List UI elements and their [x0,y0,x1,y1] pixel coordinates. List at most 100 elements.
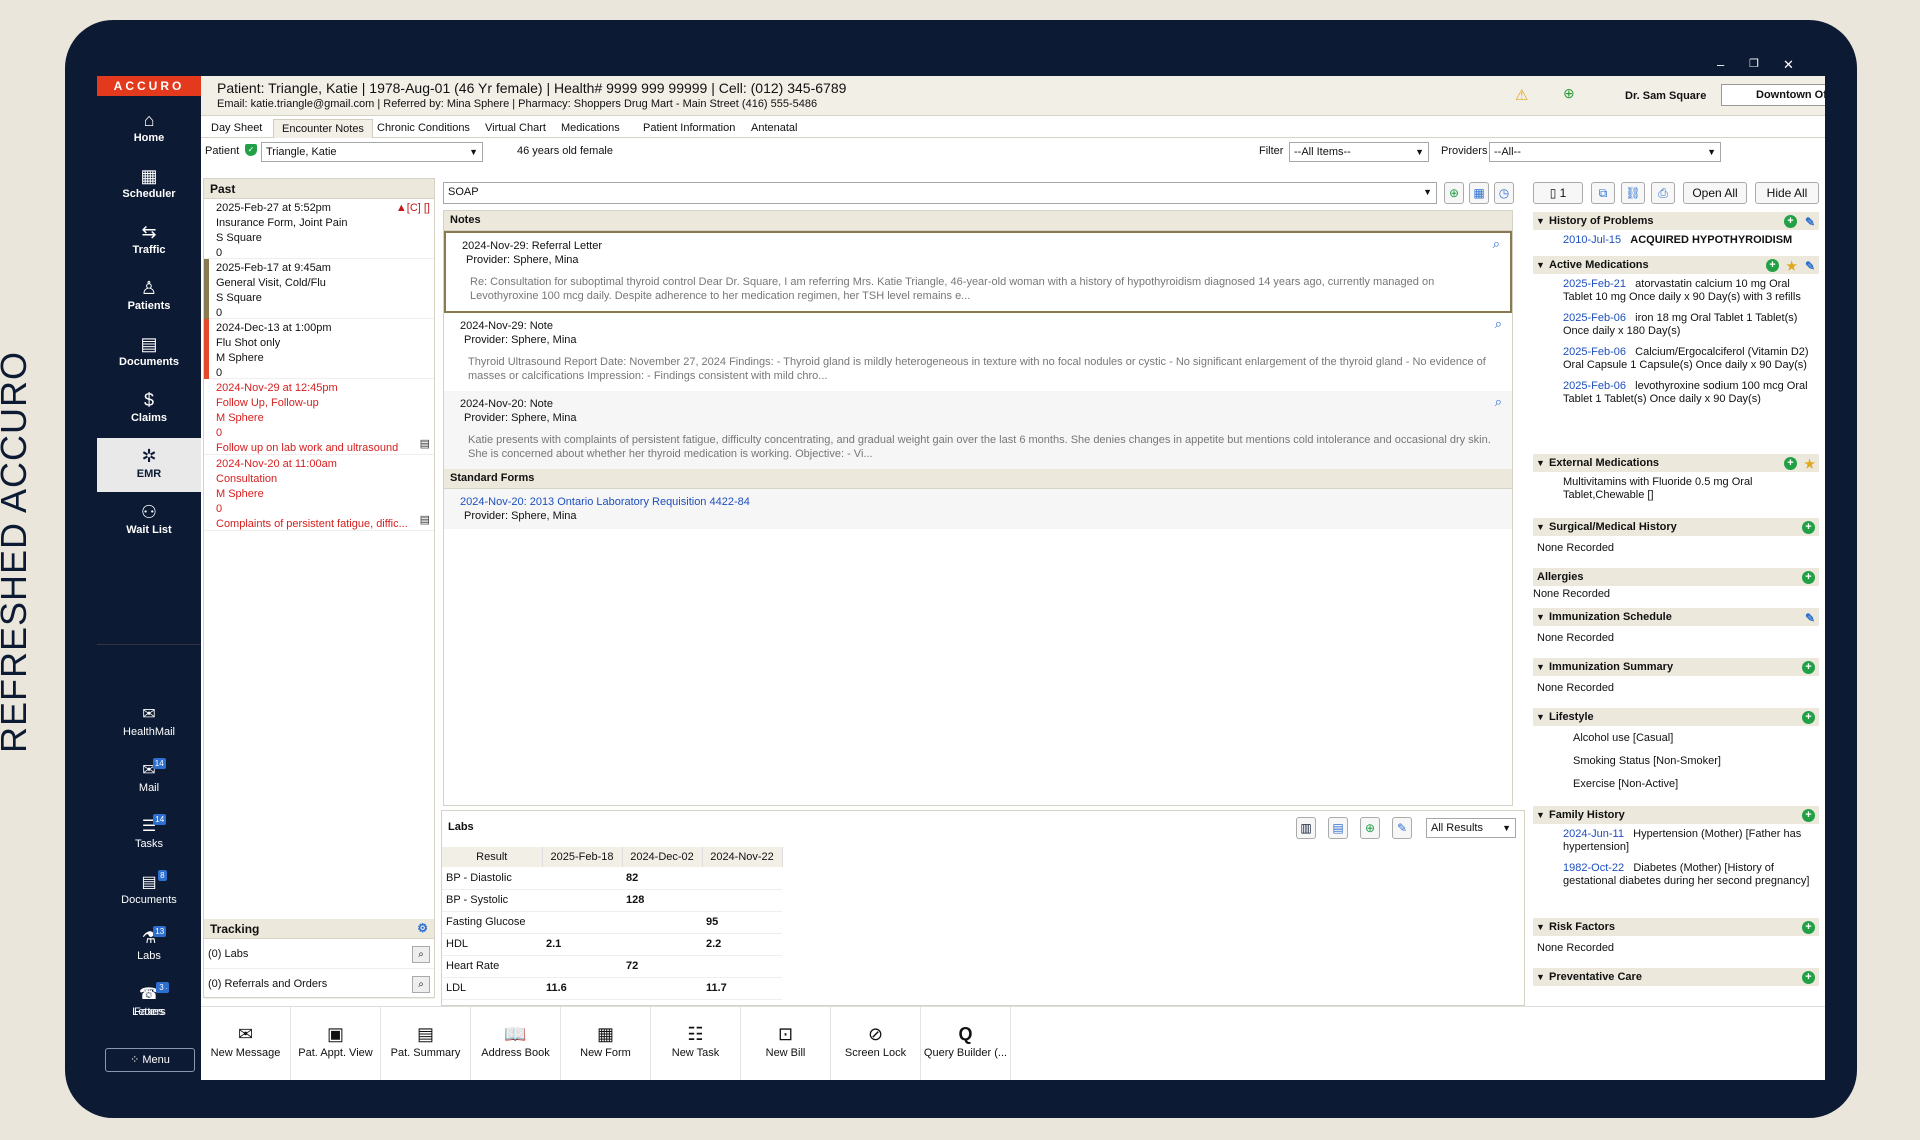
column-header[interactable]: 2024-Dec-02 [622,847,703,867]
new-task-button[interactable]: ☷ New Task [651,1007,741,1080]
star-icon[interactable]: ★ [1786,257,1797,275]
encounter-item[interactable]: 2024-Nov-20 at 11:00am Consultation M Sp… [204,455,434,531]
section-header[interactable]: ▼ Active Medications + ★ ✎ [1533,256,1819,274]
section-header[interactable]: ▼ Lifestyle + [1533,708,1819,726]
nav-wait-list[interactable]: ⚇ Wait List [97,494,201,548]
grid-view-button[interactable]: ▦ [1469,182,1489,204]
note-item[interactable]: 2024-Nov-29: Referral Letter Provider: S… [444,231,1512,313]
section-header[interactable]: ▼ Surgical/Medical History + [1533,518,1819,536]
column-header[interactable]: Result [442,847,543,867]
problem-item[interactable]: 2010-Jul-15 ACQUIRED HYPOTHYROIDISM [1533,230,1819,251]
address-book-button[interactable]: 📖 Address Book [471,1007,561,1080]
tab-virtual-chart[interactable]: Virtual Chart [477,119,554,138]
lab-report-button[interactable]: ▥ [1296,817,1316,839]
download-icon[interactable]: ⊕ [1563,85,1575,102]
tab-medications[interactable]: Medications [553,119,628,138]
add-icon[interactable]: + [1802,971,1815,984]
labs-filter-select[interactable]: All Results ▼ [1426,818,1516,838]
section-header[interactable]: ▼ Immunization Summary + [1533,658,1819,676]
nav-labs[interactable]: ⚗ 13 Labs [97,922,201,976]
minimize-button[interactable]: – [1717,57,1724,72]
add-icon[interactable]: + [1802,661,1815,674]
lifestyle-item[interactable]: Exercise [Non-Active] [1533,772,1819,795]
magnify-icon[interactable]: ⌕ [1495,395,1502,409]
add-icon[interactable]: + [1802,809,1815,822]
medication-item[interactable]: 2025-Feb-21 atorvastatin calcium 10 mg O… [1533,274,1819,308]
search-icon[interactable]: ⌕ [412,976,430,993]
form-link[interactable]: 2024-Nov-20: 2013 Ontario Laboratory Req… [460,495,1496,509]
close-button[interactable]: ✕ [1783,57,1794,73]
nav-traffic[interactable]: ⇆ Traffic [97,214,201,268]
star-icon[interactable]: ★ [1804,455,1815,473]
encounter-item[interactable]: 2025-Feb-27 at 5:52pm Insurance Form, Jo… [204,199,434,259]
new-form-button[interactable]: ▦ New Form [561,1007,651,1080]
add-icon[interactable]: + [1802,921,1815,934]
maximize-button[interactable]: ❐ [1749,57,1759,70]
nav-emr[interactable]: ✲ EMR [97,438,201,492]
copy-button[interactable]: ⧉ [1591,182,1615,204]
new-bill-button[interactable]: ⊡ New Bill [741,1007,831,1080]
family-item[interactable]: 2024-Jun-11 Hypertension (Mother) [Fathe… [1533,824,1819,858]
timer-button[interactable]: ◷ [1494,182,1514,204]
count-button[interactable]: ▯ 1 [1533,182,1583,204]
table-row[interactable]: LDL 11.6 11.7 [442,977,782,1000]
search-icon[interactable]: ⌕ [412,946,430,963]
query-builder-button[interactable]: Q Query Builder (... [921,1007,1011,1080]
section-header[interactable]: ▼ External Medications + ★ [1533,454,1819,472]
section-header[interactable]: Allergies + [1533,568,1819,586]
add-icon[interactable]: + [1784,215,1797,228]
magnify-icon[interactable]: ⌕ [1495,317,1502,331]
print-button[interactable]: ⎙ [1651,182,1675,204]
table-row[interactable]: HDL 2.1 2.2 [442,933,782,956]
patient-select[interactable]: Triangle, Katie ▼ [261,142,483,162]
add-icon[interactable]: + [1784,457,1797,470]
nav-documents[interactable]: ▤ Documents [97,326,201,380]
note-item[interactable]: 2024-Nov-29: Note Provider: Sphere, Mina… [444,313,1512,391]
add-icon[interactable]: + [1802,711,1815,724]
external-med-item[interactable]: Multivitamins with Fluoride 0.5 mg Oral … [1533,472,1819,506]
hide-all-button[interactable]: Hide All [1755,182,1819,204]
nav-home[interactable]: ⌂ Home [97,102,201,156]
table-row[interactable]: Fasting Glucose 95 [442,911,782,934]
tracking-labs[interactable]: (0) Labs ⌕ [204,939,434,969]
encounter-item[interactable]: 2025-Feb-17 at 9:45am General Visit, Col… [204,259,434,319]
pencil-icon[interactable]: ✎ [1805,609,1815,627]
lifestyle-item[interactable]: Smoking Status [Non-Smoker] [1533,749,1819,772]
nav-tasks[interactable]: ☰ 14 Tasks [97,810,201,864]
column-header[interactable]: 2025-Feb-18 [542,847,623,867]
medication-item[interactable]: 2025-Feb-06 Calcium/Ergocalciferol (Vita… [1533,342,1819,376]
menu-button[interactable]: ⁘ Menu [105,1048,195,1072]
pencil-icon[interactable]: ✎ [1805,257,1815,275]
section-header[interactable]: ▼ History of Problems + ✎ [1533,212,1819,230]
medication-item[interactable]: 2025-Feb-06 levothyroxine sodium 100 mcg… [1533,376,1819,410]
section-header[interactable]: ▼ Risk Factors + [1533,918,1819,936]
pat-appt-view-button[interactable]: ▣ Pat. Appt. View [291,1007,381,1080]
new-message-button[interactable]: ✉ New Message [201,1007,291,1080]
family-item[interactable]: 1982-Oct-22 Diabetes (Mother) [History o… [1533,858,1819,892]
open-all-button[interactable]: Open All [1683,182,1747,204]
lifestyle-item[interactable]: Alcohol use [Casual] [1533,726,1819,749]
encounter-item[interactable]: 2024-Nov-29 at 12:45pm Follow Up, Follow… [204,379,434,455]
edit-lab-button[interactable]: ✎ [1392,817,1412,839]
note-icon[interactable]: ▤ [420,513,430,528]
nav-scheduler[interactable]: ▦ Scheduler [97,158,201,212]
section-header[interactable]: ▼ Preventative Care + [1533,968,1819,986]
chart-button[interactable]: ▤ [1328,817,1348,839]
nav-claims[interactable]: $ Claims [97,382,201,436]
add-icon[interactable]: + [1766,259,1779,272]
magnify-icon[interactable]: ⌕ [1493,237,1500,251]
nav-documents-inbox[interactable]: ▤ 8 Documents [97,866,201,920]
encounter-item[interactable]: 2024-Dec-13 at 1:00pm Flu Shot only M Sp… [204,319,434,379]
template-select[interactable]: SOAP ▼ [443,182,1437,204]
add-note-button[interactable]: ⊕ [1444,182,1464,204]
nav-mail[interactable]: ✉ 14 Mail [97,754,201,808]
screen-lock-button[interactable]: ⊘ Screen Lock [831,1007,921,1080]
tracking-referrals[interactable]: (0) Referrals and Orders ⌕ [204,969,434,999]
note-item[interactable]: 2024-Nov-20: Note Provider: Sphere, Mina… [444,391,1512,469]
tab-chronic-conditions[interactable]: Chronic Conditions [369,119,478,138]
tab-day-sheet[interactable]: Day Sheet [203,119,270,138]
nav-patients[interactable]: ♙ Patients [97,270,201,324]
add-lab-button[interactable]: ⊕ [1360,817,1380,839]
medication-item[interactable]: 2025-Feb-06 iron 18 mg Oral Tablet 1 Tab… [1533,308,1819,342]
section-header[interactable]: ▼ Family History + [1533,806,1819,824]
